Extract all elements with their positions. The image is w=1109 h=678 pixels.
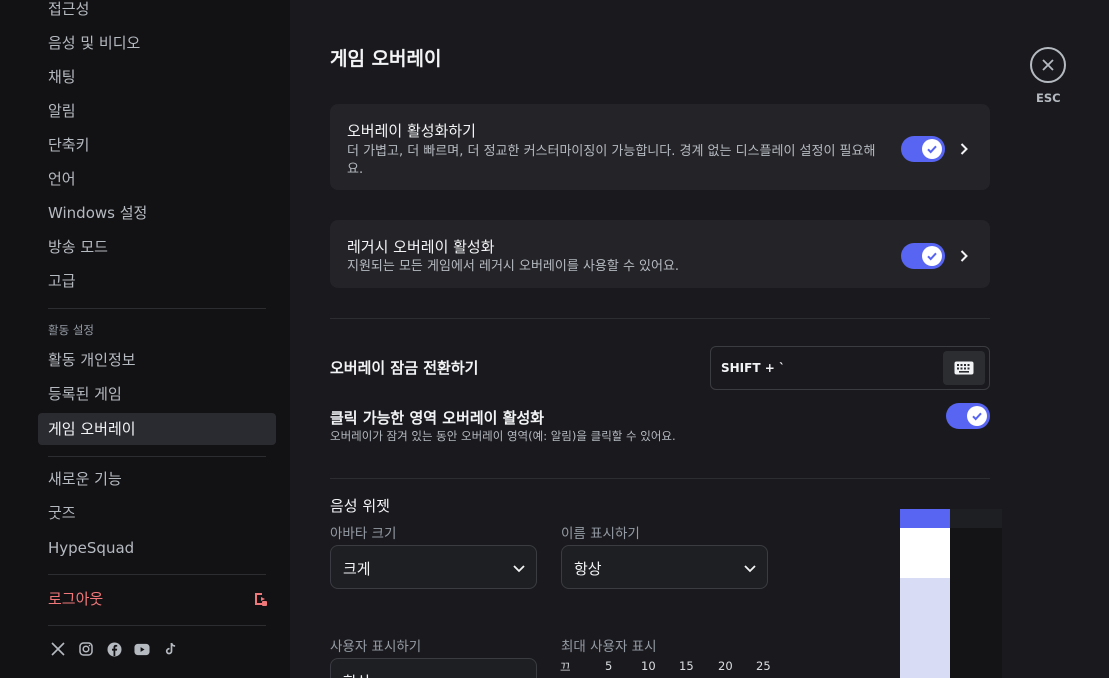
sidebar-divider: [48, 308, 266, 309]
sidebar-item-registered-games[interactable]: 등록된 게임: [38, 378, 276, 410]
sidebar-item-language[interactable]: 언어: [38, 163, 276, 195]
sidebar-item-game-overlay[interactable]: 게임 오버레이: [38, 413, 276, 445]
check-icon: [927, 145, 937, 154]
legacy-overlay-card[interactable]: 레거시 오버레이 활성화 지원되는 모든 게임에서 레거시 오버레이를 사용할 …: [330, 220, 990, 288]
overlay-enable-title: 오버레이 활성화하기: [347, 122, 476, 140]
chevron-down-icon: [512, 674, 526, 678]
sidebar-item-streamer-mode[interactable]: 방송 모드: [38, 231, 276, 263]
sidebar: 접근성 음성 및 비디오 채팅 알림 단축키 언어 Windows 설정 방송 …: [0, 0, 290, 678]
x-icon[interactable]: [50, 641, 66, 657]
sidebar-item-voice-video[interactable]: 음성 및 비디오: [38, 27, 276, 59]
keybind-text: SHIFT + `: [721, 361, 785, 375]
max-users-tick: 10: [641, 659, 656, 673]
preview-avatar: [900, 528, 950, 578]
instagram-icon[interactable]: [78, 641, 94, 657]
sidebar-item-activity-privacy[interactable]: 활동 개인정보: [38, 344, 276, 376]
logout-label: 로그아웃: [48, 590, 104, 608]
check-icon: [972, 412, 982, 421]
clickable-zones-title: 클릭 가능한 영역 오버레이 활성화: [330, 409, 545, 427]
close-icon: [1042, 59, 1054, 71]
legacy-overlay-toggle[interactable]: [901, 243, 945, 269]
sidebar-item-advanced[interactable]: 고급: [38, 265, 276, 297]
main-content: 게임 오버레이 오버레이 활성화하기 더 가볍고, 더 빠르며, 더 정교한 커…: [290, 0, 1109, 678]
chevron-right-icon[interactable]: [957, 142, 971, 156]
avatar-size-label: 아바타 크기: [330, 526, 397, 542]
overlay-enable-card[interactable]: 오버레이 활성화하기 더 가볍고, 더 빠르며, 더 정교한 커스터마이징이 가…: [330, 104, 990, 190]
overlay-enable-toggle[interactable]: [901, 136, 945, 162]
youtube-icon[interactable]: [134, 641, 150, 657]
max-users-tick: 끄: [560, 660, 571, 674]
keyboard-icon: [954, 361, 974, 375]
sidebar-divider: [48, 574, 266, 575]
show-names-label: 이름 표시하기: [561, 526, 640, 542]
logout-button[interactable]: 로그아웃: [38, 583, 276, 615]
avatar-size-select[interactable]: 크게: [330, 545, 537, 589]
overlay-lock-title: 오버레이 잠금 전환하기: [330, 359, 479, 377]
chevron-down-icon: [513, 565, 525, 573]
sidebar-divider: [48, 625, 266, 626]
logout-icon: [255, 593, 267, 606]
facebook-icon[interactable]: [106, 641, 122, 657]
max-users-tick: 20: [718, 659, 733, 673]
max-users-tick: 5: [605, 659, 613, 673]
preview-user-area: [900, 578, 950, 678]
clickable-zones-toggle[interactable]: [946, 403, 990, 429]
tiktok-icon[interactable]: [162, 641, 178, 657]
preview-header-bar: [900, 509, 950, 528]
show-users-label: 사용자 표시하기: [330, 639, 422, 655]
voice-widget-title: 음성 위젯: [330, 497, 390, 515]
divider: [330, 478, 990, 479]
sidebar-item-accessibility[interactable]: 접근성: [38, 0, 276, 25]
chevron-down-icon: [744, 565, 756, 573]
sidebar-item-merch[interactable]: 굿즈: [38, 497, 276, 529]
toggle-knob: [922, 246, 942, 266]
sidebar-header-activity: 활동 설정: [48, 323, 94, 337]
page-title: 게임 오버레이: [330, 48, 442, 70]
sidebar-item-windows-settings[interactable]: Windows 설정: [38, 197, 276, 229]
divider: [330, 318, 990, 319]
overlay-enable-desc: 더 가볍고, 더 빠르며, 더 정교한 커스터마이징이 가능합니다. 경계 없는…: [347, 144, 876, 177]
legacy-overlay-desc: 지원되는 모든 게임에서 레거시 오버레이를 사용할 수 있어요.: [347, 259, 680, 274]
show-users-value: 항상: [343, 671, 371, 678]
check-icon: [927, 252, 937, 261]
sidebar-item-keybinds[interactable]: 단축키: [38, 129, 276, 161]
preview-dark-strip: [950, 509, 1002, 528]
toggle-knob: [967, 406, 987, 426]
sidebar-item-hypesquad[interactable]: HypeSquad: [38, 532, 276, 564]
voice-widget-preview: [900, 509, 1002, 678]
sidebar-item-notifications[interactable]: 알림: [38, 95, 276, 127]
max-users-label: 최대 사용자 표시: [561, 639, 657, 655]
keybind-record-button[interactable]: [943, 351, 985, 385]
max-users-tick: 25: [756, 659, 771, 673]
chevron-right-icon[interactable]: [957, 249, 971, 263]
max-users-tick: 15: [679, 659, 694, 673]
toggle-knob: [922, 139, 942, 159]
clickable-zones-desc: 오버레이가 잠겨 있는 동안 오버레이 영역(예: 알림)을 클릭할 수 있어요…: [330, 429, 676, 443]
esc-label: ESC: [1036, 91, 1061, 105]
show-names-value: 항상: [574, 560, 602, 578]
overlay-lock-keybind[interactable]: SHIFT + `: [710, 346, 990, 390]
sidebar-divider: [48, 456, 266, 457]
legacy-overlay-title: 레거시 오버레이 활성화: [347, 238, 495, 256]
show-users-select[interactable]: 항상: [330, 658, 537, 678]
social-links: [50, 641, 178, 657]
show-names-select[interactable]: 항상: [561, 545, 768, 589]
close-button[interactable]: [1030, 47, 1066, 83]
sidebar-item-whats-new[interactable]: 새로운 기능: [38, 463, 276, 495]
sidebar-item-chat[interactable]: 채팅: [38, 61, 276, 93]
avatar-size-value: 크게: [343, 560, 371, 578]
